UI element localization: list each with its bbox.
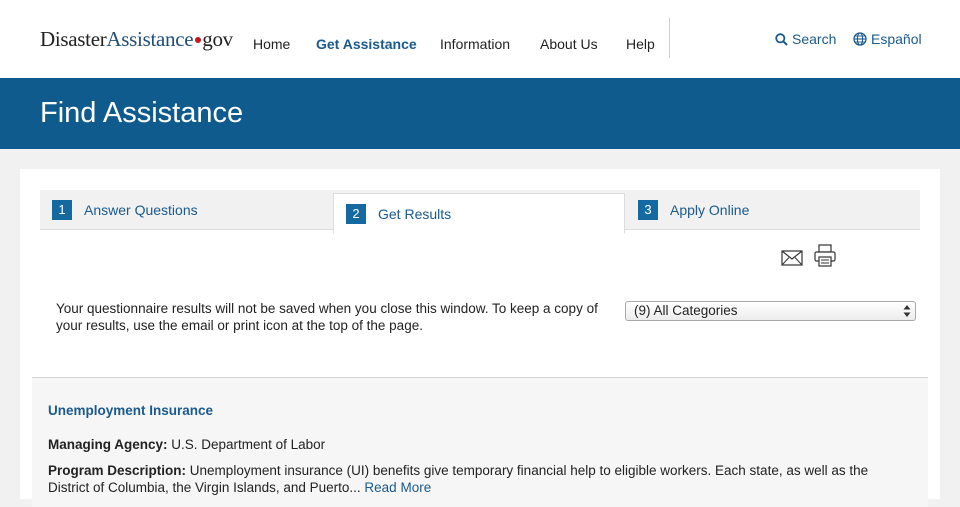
program-description: Program Description: Unemployment insura… — [48, 462, 898, 496]
progress-steps: 1 Answer Questions 2 Get Results 3 Apply… — [40, 190, 920, 234]
language-link[interactable]: Español — [853, 31, 922, 47]
read-more-link[interactable]: Read More — [364, 480, 431, 495]
logo-text-disaster: Disaster — [40, 27, 107, 51]
globe-icon — [853, 32, 867, 46]
search-icon — [775, 32, 788, 46]
step-number: 1 — [52, 200, 72, 220]
step-number: 3 — [638, 200, 658, 220]
results-panel: Unemployment Insurance Managing Agency: … — [32, 377, 928, 507]
managing-agency: Managing Agency: U.S. Department of Labo… — [48, 436, 898, 453]
nav-about-us[interactable]: About Us — [540, 36, 598, 52]
category-select-value: (9) All Categories — [634, 303, 738, 318]
step-answer-questions[interactable]: 1 Answer Questions — [52, 190, 198, 230]
content-card: 1 Answer Questions 2 Get Results 3 Apply… — [20, 169, 940, 507]
step-label: Apply Online — [670, 202, 750, 218]
agency-value: U.S. Department of Labor — [171, 437, 326, 452]
nav-home[interactable]: Home — [253, 36, 290, 52]
page-title: Find Assistance — [40, 97, 244, 129]
print-button[interactable] — [814, 244, 836, 272]
nav-get-assistance[interactable]: Get Assistance — [316, 36, 417, 52]
nav-information[interactable]: Information — [440, 36, 510, 52]
page-banner: Find Assistance — [0, 78, 960, 149]
logo-text-assistance: Assistance — [106, 27, 194, 51]
logo-dot — [195, 37, 202, 44]
select-arrows-icon — [903, 305, 911, 317]
step-label: Get Results — [378, 205, 452, 222]
search-label: Search — [792, 31, 837, 47]
agency-label: Managing Agency: — [48, 437, 168, 452]
site-logo[interactable]: DisasterAssistance gov — [40, 27, 233, 52]
nav-divider — [669, 18, 670, 58]
description-label: Program Description: — [48, 463, 187, 478]
site-header: DisasterAssistance gov Home Get Assistanc… — [0, 0, 960, 78]
category-select[interactable]: (9) All Categories — [625, 301, 916, 321]
logo-text-gov: gov — [202, 27, 233, 51]
step-label: Answer Questions — [84, 202, 198, 218]
email-button[interactable] — [781, 250, 803, 271]
step-apply-online[interactable]: 3 Apply Online — [638, 190, 749, 230]
step-get-results[interactable]: 2 Get Results — [333, 193, 625, 234]
step-number: 2 — [346, 203, 366, 224]
printer-icon — [814, 244, 836, 267]
program-title[interactable]: Unemployment Insurance — [48, 403, 213, 418]
search-link[interactable]: Search — [775, 31, 836, 47]
nav-help[interactable]: Help — [626, 36, 655, 52]
language-label: Español — [871, 31, 922, 47]
envelope-icon — [781, 250, 803, 266]
save-notice: Your questionnaire results will not be s… — [56, 301, 598, 333]
